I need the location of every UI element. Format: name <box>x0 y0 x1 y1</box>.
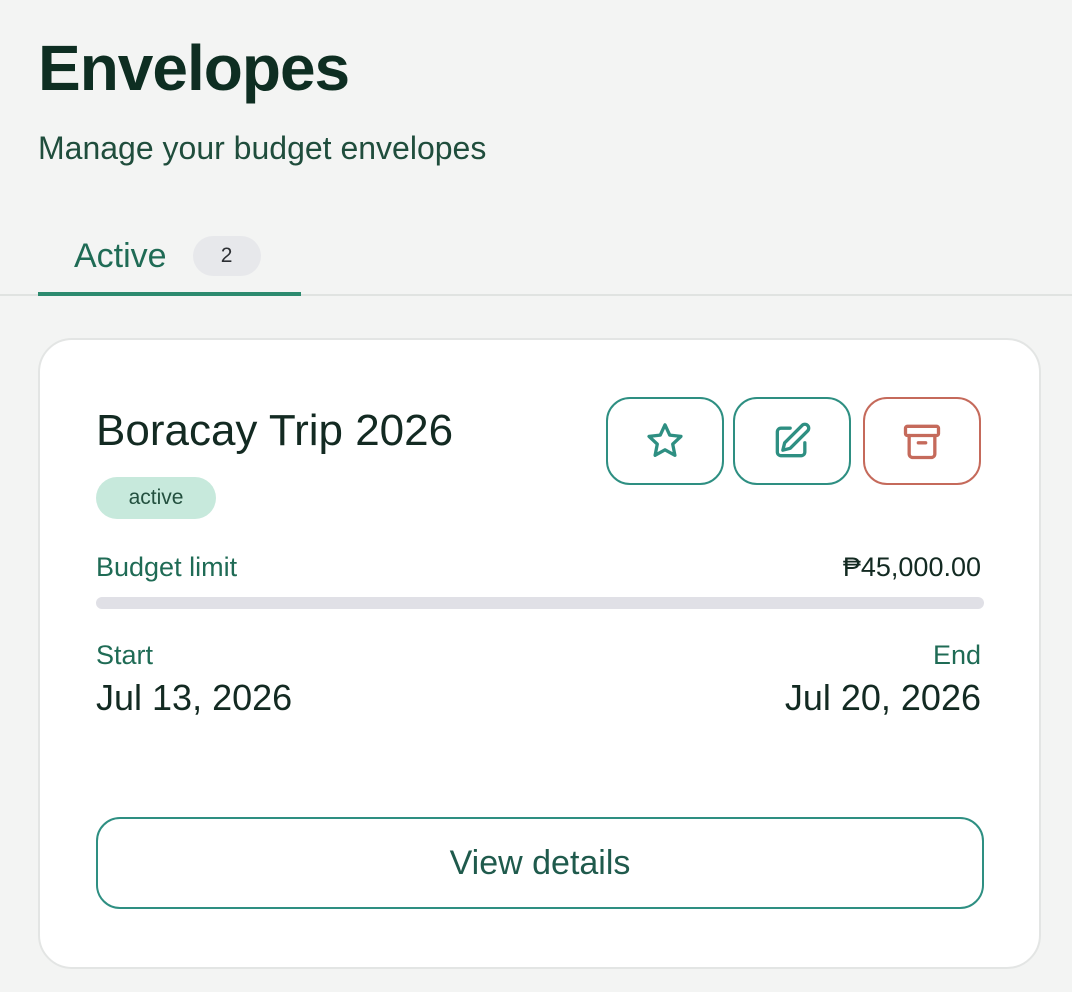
view-details-button[interactable]: View details <box>96 817 984 909</box>
favorite-button[interactable] <box>606 397 724 485</box>
budget-limit-value: ₱45,000.00 <box>842 552 981 582</box>
page-subtitle: Manage your budget envelopes <box>38 130 487 166</box>
end-date-value: Jul 20, 2026 <box>784 677 981 718</box>
archive-button[interactable] <box>863 397 981 485</box>
star-icon <box>647 423 683 457</box>
envelope-card: Boracay Trip 2026 active Budget limit ₱4… <box>38 338 1041 969</box>
tab-active-label: Active <box>74 237 167 275</box>
start-date-value: Jul 13, 2026 <box>96 677 293 718</box>
status-badge: active <box>96 477 216 519</box>
end-date-label: End <box>932 640 981 670</box>
start-date-label: Start <box>96 640 154 670</box>
budget-limit-label: Budget limit <box>96 552 238 582</box>
envelopes-page: Envelopes Manage your budget envelopes A… <box>0 0 1072 992</box>
tab-active-count-badge: 2 <box>192 236 261 276</box>
edit-button[interactable] <box>733 397 851 485</box>
archive-icon <box>903 424 941 460</box>
budget-progress-bar <box>96 597 984 609</box>
tab-bar: Active 2 <box>0 220 1072 296</box>
page-title: Envelopes <box>38 32 350 104</box>
envelope-name: Boracay Trip 2026 <box>96 406 454 455</box>
edit-icon <box>775 422 811 458</box>
tab-active[interactable]: Active 2 <box>38 220 301 296</box>
